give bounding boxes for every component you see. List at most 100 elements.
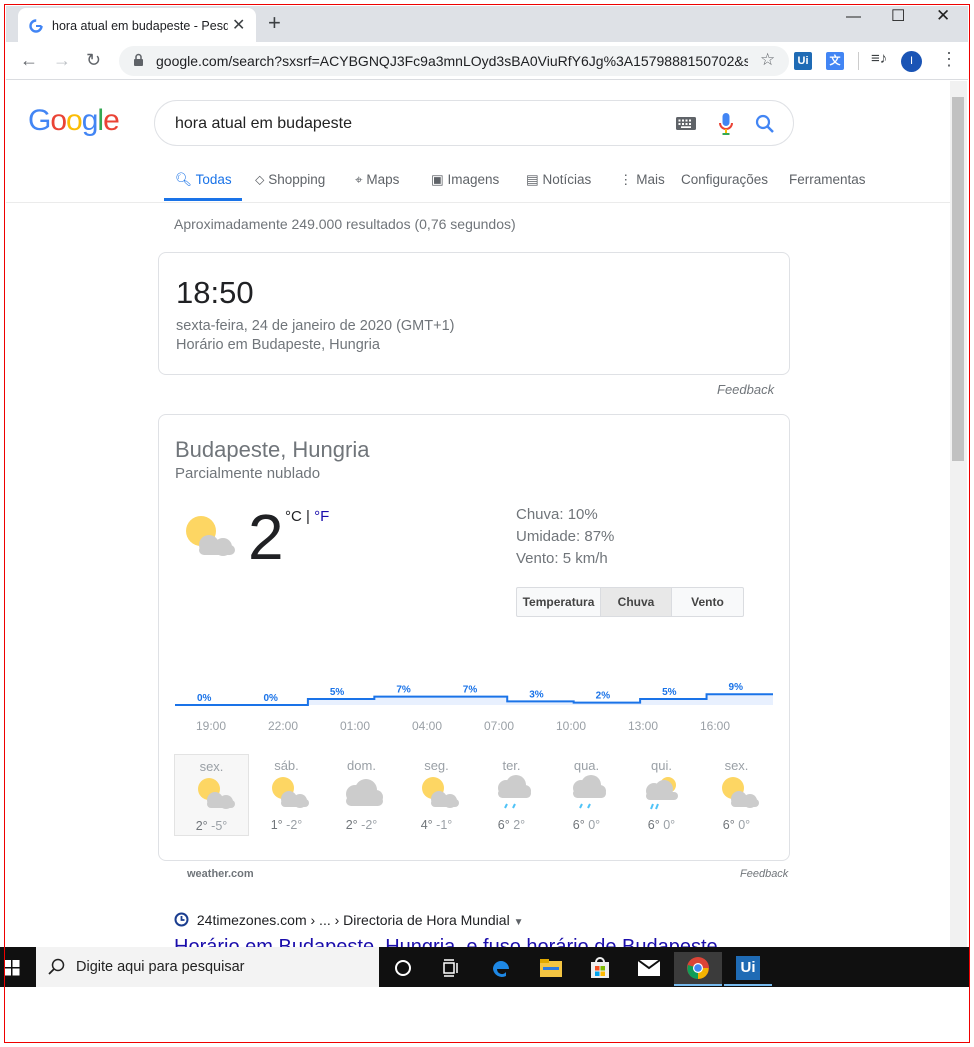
hour-tick-label: 07:00: [484, 719, 514, 733]
tab-maps[interactable]: ⌖ Maps: [355, 172, 399, 188]
address-bar[interactable]: google.com/search?sxsrf=ACYBGNQJ3Fc9a3mn…: [119, 46, 789, 76]
uipath-extension-icon[interactable]: Ui: [794, 52, 812, 70]
media-control-icon[interactable]: ≡♪: [871, 50, 887, 67]
forecast-day[interactable]: sáb. 1° -2°: [249, 754, 324, 836]
microphone-icon[interactable]: [719, 112, 733, 136]
result-stats: Aproximadamente 249.000 resultados (0,76…: [174, 216, 516, 232]
day-name: qua.: [573, 758, 600, 773]
browser-tab[interactable]: hora atual em budapeste - Pesquisa Googl…: [18, 8, 256, 44]
weather-feedback-link[interactable]: Feedback: [740, 868, 788, 880]
maximize-icon[interactable]: ☐: [891, 6, 905, 26]
close-tab-icon[interactable]: ✕: [232, 15, 245, 35]
day-low: -5°: [211, 819, 228, 833]
mail-taskbar-button[interactable]: [625, 952, 673, 986]
toggle-chuva[interactable]: Chuva: [600, 588, 672, 616]
google-logo[interactable]: Google: [28, 104, 120, 138]
feedback-link[interactable]: Feedback: [717, 382, 774, 397]
scrollbar[interactable]: [950, 81, 967, 947]
day-high: 6°: [497, 818, 510, 832]
day-name: seg.: [424, 758, 449, 773]
unit-celsius[interactable]: °C: [285, 508, 302, 525]
new-tab-button[interactable]: +: [268, 12, 281, 34]
breadcrumb-text: 24timezones.com › ... › Directoria de Ho…: [196, 912, 510, 928]
precip-label: 9%: [729, 682, 744, 693]
current-date: sexta-feira, 24 de janeiro de 2020 (GMT+…: [176, 318, 455, 334]
hour-tick-label: 01:00: [340, 719, 370, 733]
chrome-taskbar-button[interactable]: [674, 952, 722, 986]
menu-kebab-icon[interactable]: ⋮: [940, 49, 958, 70]
taskbar-search[interactable]: Digite aqui para pesquisar: [36, 947, 379, 987]
bookmark-star-icon[interactable]: ☆: [760, 50, 775, 70]
keyboard-icon[interactable]: [676, 117, 696, 130]
tab-noticias[interactable]: ▤ Notícias: [526, 172, 591, 188]
hour-tick-label: 10:00: [556, 719, 586, 733]
precip-label: 0%: [263, 693, 278, 704]
windows-start-icon[interactable]: [4, 960, 20, 976]
day-high: 4°: [420, 818, 433, 832]
explorer-taskbar-button[interactable]: [527, 952, 575, 986]
day-high: 6°: [572, 818, 585, 832]
tab-todas[interactable]: 🔍︎ Todas: [175, 172, 232, 188]
tab-mais[interactable]: ⋮ Mais: [619, 172, 665, 188]
scrollbar-thumb[interactable]: [952, 97, 964, 461]
forecast-day[interactable]: dom. 2° -2°: [324, 754, 399, 836]
tab-ferramentas[interactable]: Ferramentas: [789, 172, 866, 187]
edge-taskbar-button[interactable]: [477, 952, 525, 986]
forecast-day[interactable]: seg. 4° -1°: [399, 754, 474, 836]
cortana-button[interactable]: [379, 952, 427, 986]
avatar[interactable]: I: [901, 51, 922, 72]
partly-cloudy-icon: [422, 777, 459, 808]
forecast-day[interactable]: ter. 6° 2°: [474, 754, 549, 836]
result-breadcrumb[interactable]: 24timezones.com › ... › Directoria de Ho…: [174, 912, 523, 928]
hour-tick-label: 16:00: [700, 719, 730, 733]
task-view-button[interactable]: [427, 952, 475, 986]
tab-title: hora atual em budapeste - Pesquisa Googl…: [52, 19, 228, 33]
edge-icon: [493, 961, 509, 977]
store-taskbar-button[interactable]: [576, 952, 624, 986]
day-high: 6°: [722, 818, 735, 832]
translate-extension-icon[interactable]: 文: [826, 52, 844, 70]
day-temps: 6° 0°: [699, 818, 774, 832]
tab-configuracoes[interactable]: Configurações: [681, 172, 768, 187]
day-name: sex.: [199, 759, 224, 774]
forecast-day[interactable]: sex. 2° -5°: [174, 754, 249, 836]
toggle-vento[interactable]: Vento: [672, 588, 743, 616]
precip-label: 5%: [662, 687, 677, 698]
minimize-icon[interactable]: —: [846, 8, 861, 25]
search-query[interactable]: hora atual em budapeste: [175, 115, 352, 133]
forecast-day[interactable]: qui. 6° 0°: [624, 754, 699, 836]
reload-icon[interactable]: ↻: [86, 50, 101, 71]
more-dots-icon: ⋮: [619, 172, 633, 187]
uipath-taskbar-button[interactable]: Ui: [724, 952, 772, 986]
forward-icon[interactable]: →: [53, 50, 71, 71]
weather-source[interactable]: weather.com: [187, 868, 254, 880]
back-icon[interactable]: ←: [20, 50, 38, 71]
search-box[interactable]: hora atual em budapeste: [154, 100, 794, 146]
caret-down-icon[interactable]: ▼: [514, 917, 524, 928]
day-high: 6°: [647, 818, 660, 832]
precip-label: 5%: [330, 687, 345, 698]
tab-imagens[interactable]: ▣ Imagens: [431, 172, 499, 188]
tab-shopping[interactable]: ⬦ Shopping: [255, 172, 325, 188]
wind-stat: Vento: 5 km/h: [516, 550, 608, 567]
browser-toolbar: ← → ↻ google.com/search?sxsrf=ACYBGNQJ3F…: [6, 42, 968, 80]
hour-tick-label: 22:00: [268, 719, 298, 733]
day-temps: 6° 0°: [624, 818, 699, 832]
precip-label: 3%: [529, 689, 544, 700]
day-temps: 1° -2°: [249, 818, 324, 832]
day-low: -2°: [361, 818, 378, 832]
rain-icon: [573, 775, 606, 809]
toggle-temperatura[interactable]: Temperatura: [517, 588, 600, 616]
humidity-stat: Umidade: 87%: [516, 528, 615, 545]
window-close-icon[interactable]: ✕: [936, 6, 950, 26]
time-location: Horário em Budapeste, Hungria: [176, 337, 380, 353]
unit-fahrenheit[interactable]: °F: [314, 508, 329, 525]
current-temperature: 2: [248, 501, 284, 573]
forecast-day[interactable]: sex. 6° 0°: [699, 754, 774, 836]
google-favicon-icon: [29, 19, 43, 33]
forecast-day[interactable]: qua. 6° 0°: [549, 754, 624, 836]
url-text: google.com/search?sxsrf=ACYBGNQJ3Fc9a3mn…: [156, 53, 748, 69]
weather-condition: Parcialmente nublado: [175, 465, 321, 482]
unit-toggle[interactable]: °C | °F: [285, 508, 329, 525]
search-icon[interactable]: [755, 114, 775, 134]
